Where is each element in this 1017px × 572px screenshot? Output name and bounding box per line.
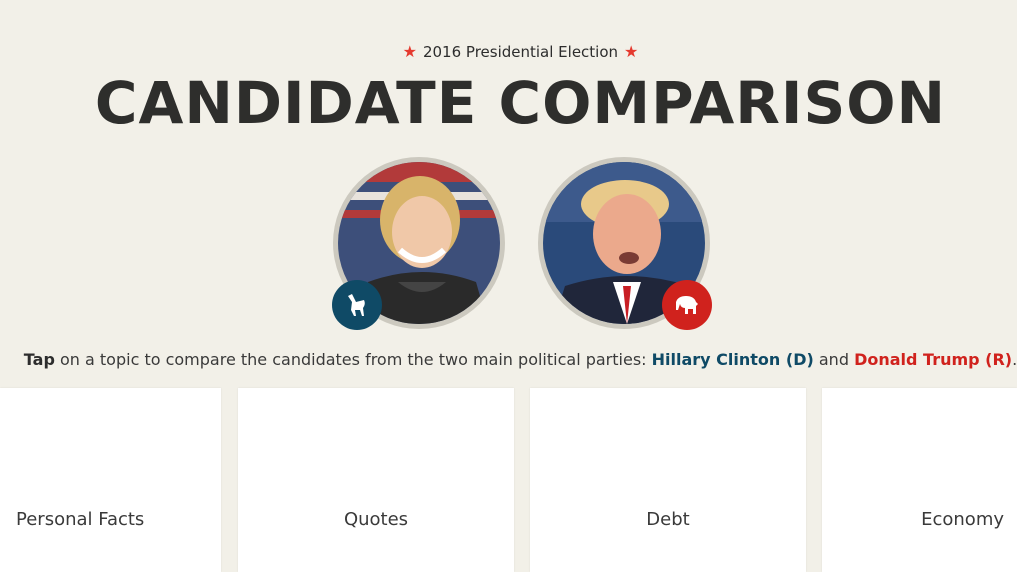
instructions-and: and	[813, 350, 855, 369]
topic-label: Personal Facts	[16, 509, 145, 530]
topic-card-personal-facts[interactable]: Personal Facts	[0, 388, 221, 572]
candidate-name-clinton: Hillary Clinton (D)	[651, 350, 814, 369]
page-title: CANDIDATE COMPARISON	[94, 69, 947, 137]
star-icon: ★	[402, 42, 417, 61]
topic-label: Economy	[921, 509, 1004, 530]
donkey-icon	[332, 280, 382, 330]
election-kicker: ★ 2016 Presidential Election ★	[0, 43, 1017, 61]
instructions-end: .	[1012, 350, 1017, 369]
elephant-icon	[662, 280, 712, 330]
star-icon: ★	[624, 42, 639, 61]
topic-card-quotes[interactable]: Quotes	[238, 388, 514, 572]
instructions-tap: Tap	[23, 350, 55, 369]
instructions-middle: on a topic to compare the candidates fro…	[54, 350, 652, 369]
instructions-text: Tap on a topic to compare the candidates…	[0, 350, 1017, 369]
topic-label: Debt	[646, 509, 690, 530]
topic-card-debt[interactable]: Debt	[530, 388, 806, 572]
topic-label: Quotes	[343, 509, 409, 530]
kicker-text: 2016 Presidential Election	[422, 43, 619, 61]
candidate-name-trump: Donald Trump (R)	[854, 350, 1013, 369]
candidate-comparison-page: ★ 2016 Presidential Election ★ CANDIDATE…	[0, 0, 1017, 572]
topic-card-economy[interactable]: Economy	[822, 388, 1017, 572]
